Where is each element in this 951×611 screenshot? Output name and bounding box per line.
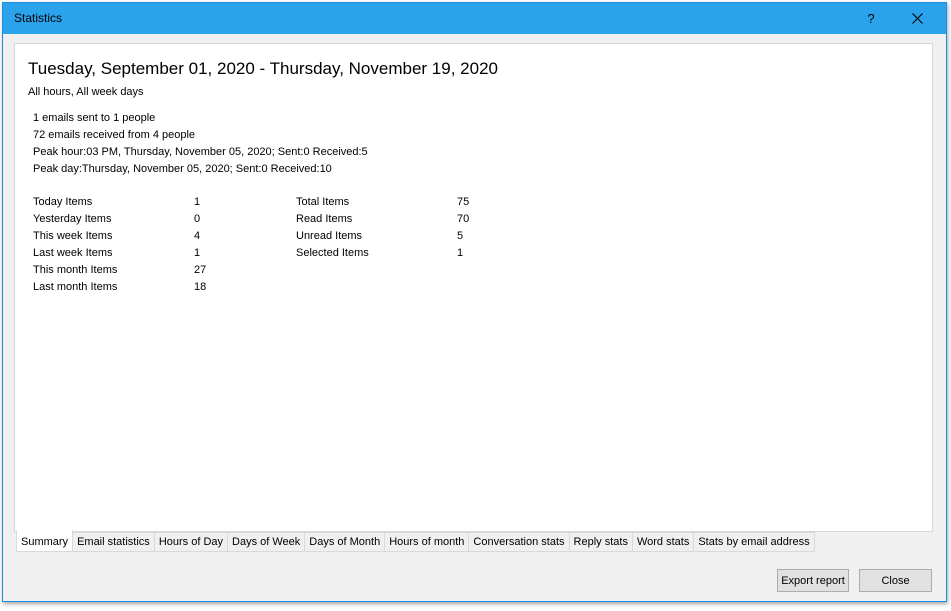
stat-label: Today Items [33, 196, 93, 208]
stat-label: Selected Items [296, 247, 369, 259]
summary-line: 1 emails sent to 1 people [33, 112, 156, 124]
stat-value: 5 [457, 230, 464, 242]
stat-value: 4 [194, 230, 201, 242]
close-icon [911, 13, 923, 24]
stat-row: Last week Items 1 [33, 245, 263, 262]
tab-email-statistics[interactable]: Email statistics [73, 532, 155, 552]
stat-value: 18 [194, 281, 207, 293]
item-stats: Total Items 75 Read Items 70 Unread Items 5… [296, 194, 526, 262]
stat-label: Last month Items [33, 281, 118, 293]
tab-conversation-stats[interactable]: Conversation stats [469, 532, 570, 552]
window-title: Statistics [14, 11, 63, 25]
summary-line: Peak day:Thursday, November 05, 2020; Se… [33, 163, 332, 175]
period-stats: Today Items 1 Yesterday Items 0 This week … [33, 194, 263, 296]
stat-label: Unread Items [296, 230, 363, 242]
tab-reply-stats[interactable]: Reply stats [569, 532, 633, 552]
stat-label: This month Items [33, 264, 118, 276]
stat-row: This month Items 27 [33, 262, 263, 279]
stat-value: 70 [457, 213, 470, 225]
summary-panel: Tuesday, September 01, 2020 - Thursday, … [14, 43, 933, 532]
summary-line: 72 emails received from 4 people [33, 129, 196, 141]
stat-label: This week Items [33, 230, 113, 242]
stat-label: Last week Items [33, 247, 113, 259]
stat-row: Selected Items 1 [296, 245, 526, 262]
statistics-dialog: Statistics ? Tuesday, September 01, 2020… [2, 2, 947, 602]
stat-label: Total Items [296, 196, 350, 208]
tab-strip: Summary Email statistics Hours of Day Da… [16, 530, 815, 554]
title-bar[interactable]: Statistics ? [3, 3, 946, 34]
stat-value: 27 [194, 264, 207, 276]
stat-row: Last month Items 18 [33, 279, 263, 296]
stat-value: 75 [457, 196, 470, 208]
tab-days-of-month[interactable]: Days of Month [305, 532, 386, 552]
filter-subheading: All hours, All week days [28, 86, 144, 98]
stat-row: Total Items 75 [296, 194, 526, 211]
summary-line: Peak hour:03 PM, Thursday, November 05, … [33, 146, 368, 158]
tab-stats-by-email-address[interactable]: Stats by email address [694, 532, 815, 552]
help-icon: ? [867, 11, 875, 26]
stat-row: Yesterday Items 0 [33, 211, 263, 228]
stat-row: Read Items 70 [296, 211, 526, 228]
stat-row: Unread Items 5 [296, 228, 526, 245]
stat-value: 1 [194, 196, 201, 208]
tab-hours-of-day[interactable]: Hours of Day [154, 532, 229, 552]
stat-row: This week Items 4 [33, 228, 263, 245]
date-range-heading: Tuesday, September 01, 2020 - Thursday, … [28, 59, 498, 78]
summary-lines: 1 emails sent to 1 people 72 emails rece… [33, 110, 368, 178]
tab-hours-of-month[interactable]: Hours of month [385, 532, 470, 552]
help-button[interactable]: ? [849, 3, 893, 34]
stat-label: Read Items [296, 213, 353, 225]
stat-value: 1 [457, 247, 464, 259]
export-report-button[interactable]: Export report [777, 569, 849, 592]
tab-days-of-week[interactable]: Days of Week [228, 532, 306, 552]
window-close-button[interactable] [895, 3, 939, 34]
close-button[interactable]: Close [859, 569, 932, 592]
tab-summary[interactable]: Summary [16, 530, 74, 552]
stat-value: 0 [194, 213, 201, 225]
tab-word-stats[interactable]: Word stats [632, 532, 695, 552]
stat-label: Yesterday Items [33, 213, 112, 225]
stat-value: 1 [194, 247, 201, 259]
stat-row: Today Items 1 [33, 194, 263, 211]
